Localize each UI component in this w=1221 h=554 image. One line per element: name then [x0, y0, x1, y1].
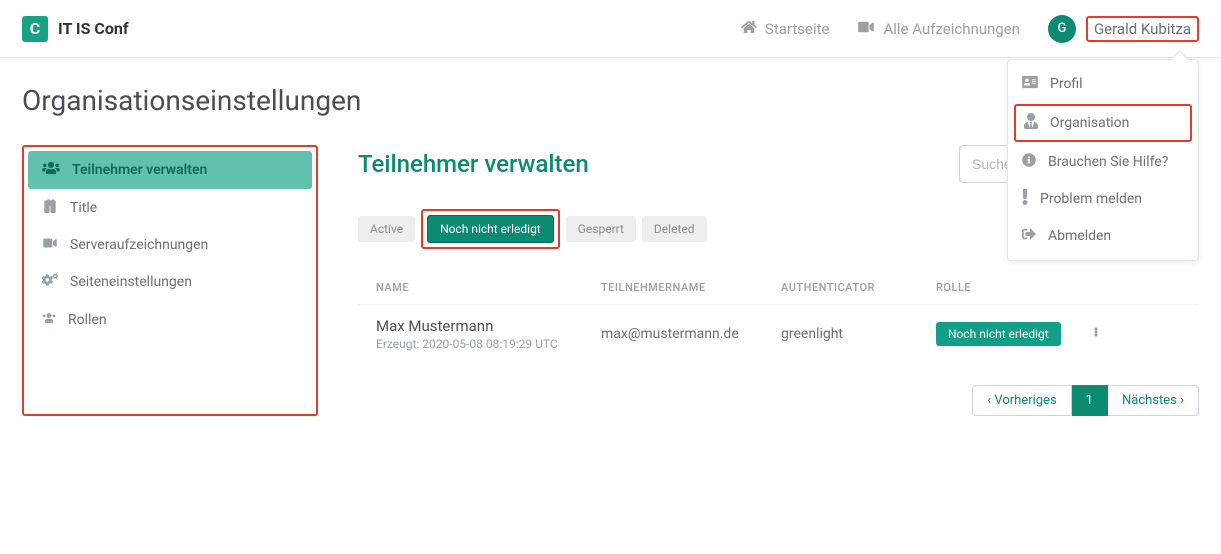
home-icon: [741, 20, 757, 38]
sidebar-item-roles[interactable]: Rollen: [28, 301, 312, 339]
dropdown-report[interactable]: Problem melden: [1008, 180, 1198, 218]
binoculars-icon: [42, 199, 58, 217]
brand-logo: C: [22, 16, 48, 42]
row-role-badge: Noch nicht erledigt: [936, 322, 1061, 346]
cogs-icon: [42, 273, 58, 291]
sidebar-item-label: Title: [70, 200, 97, 216]
more-vertical-icon: [1094, 328, 1098, 344]
panel-title: Teilnehmer verwalten: [358, 150, 589, 178]
col-header-role: ROLLE: [936, 281, 1076, 294]
dropdown-profile-label: Profil: [1050, 76, 1083, 92]
filter-banned[interactable]: Gesperrt: [566, 216, 636, 242]
sidebar-item-label: Serveraufzeichnungen: [70, 237, 208, 253]
col-header-username: TEILNEHMERNAME: [601, 281, 781, 294]
user-dropdown: Profil Organisation Brauchen Sie Hilfe?: [1007, 59, 1199, 261]
col-header-name: NAME: [376, 281, 601, 294]
pagination-next[interactable]: Nächstes ›: [1108, 385, 1199, 416]
id-card-icon: [1022, 75, 1038, 93]
sidebar-item-site-settings[interactable]: Seiteneinstellungen: [28, 263, 312, 301]
user-menu[interactable]: G Gerald Kubitza Profil Organisation: [1048, 15, 1199, 43]
dropdown-report-label: Problem melden: [1040, 191, 1142, 207]
col-header-authenticator: AUTHENTICATOR: [781, 281, 936, 294]
exclamation-icon: [1022, 189, 1028, 209]
video-icon: [42, 237, 58, 253]
nav-recordings-label: Alle Aufzeichnungen: [883, 20, 1019, 38]
brand[interactable]: C IT IS Conf: [22, 16, 129, 42]
brand-name: IT IS Conf: [58, 19, 129, 38]
filter-deleted[interactable]: Deleted: [642, 216, 707, 242]
pagination-prev[interactable]: ‹ Vorheriges: [972, 385, 1071, 416]
dropdown-help[interactable]: Brauchen Sie Hilfe?: [1008, 144, 1198, 180]
dropdown-logout-label: Abmelden: [1048, 228, 1111, 244]
nav-home[interactable]: Startseite: [741, 20, 830, 38]
row-name: Max Mustermann: [376, 317, 601, 335]
row-username: max@mustermann.de: [601, 326, 781, 342]
avatar: G: [1048, 15, 1076, 43]
row-created: Erzeugt: 2020-05-08 08:19:29 UTC: [376, 337, 601, 351]
question-icon: [1022, 153, 1036, 171]
header: C IT IS Conf Startseite Alle Aufzeichnun…: [0, 0, 1221, 58]
dropdown-logout[interactable]: Abmelden: [1008, 218, 1198, 254]
table-row: Max Mustermann Erzeugt: 2020-05-08 08:19…: [358, 304, 1199, 363]
table: NAME TEILNEHMERNAME AUTHENTICATOR ROLLE …: [358, 271, 1199, 363]
sidebar-item-server-recordings[interactable]: Serveraufzeichnungen: [28, 227, 312, 263]
dropdown-organisation[interactable]: Organisation: [1014, 104, 1192, 142]
filter-pending-highlight: Noch nicht erledigt: [421, 209, 560, 249]
nav-home-label: Startseite: [765, 20, 830, 38]
table-header: NAME TEILNEHMERNAME AUTHENTICATOR ROLLE: [358, 271, 1199, 304]
user-tie-icon: [1024, 113, 1038, 133]
sidebar-item-label: Seiteneinstellungen: [70, 274, 192, 290]
row-authenticator: greenlight: [781, 326, 936, 342]
dropdown-organisation-label: Organisation: [1050, 115, 1129, 131]
sidebar-item-label: Teilnehmer verwalten: [72, 162, 207, 178]
nav-right: Startseite Alle Aufzeichnungen G Gerald …: [741, 15, 1199, 43]
logout-icon: [1022, 227, 1036, 245]
filter-pending[interactable]: Noch nicht erledigt: [427, 215, 554, 243]
filter-active[interactable]: Active: [358, 216, 415, 242]
sidebar-item-label: Rollen: [68, 312, 107, 328]
sidebar-item-manage-users[interactable]: Teilnehmer verwalten: [28, 151, 312, 189]
pagination-page-1[interactable]: 1: [1072, 385, 1108, 416]
row-actions[interactable]: [1076, 324, 1116, 344]
nav-recordings[interactable]: Alle Aufzeichnungen: [857, 20, 1019, 38]
user-name: Gerald Kubitza: [1086, 16, 1199, 42]
sidebar: Teilnehmer verwalten Title Serveraufzeic…: [22, 145, 318, 416]
dropdown-profile[interactable]: Profil: [1008, 66, 1198, 102]
pagination: ‹ Vorheriges 1 Nächstes ›: [358, 385, 1199, 416]
user-icon: [42, 311, 56, 329]
sidebar-item-title[interactable]: Title: [28, 189, 312, 227]
users-icon: [42, 161, 60, 179]
video-icon: [857, 20, 875, 38]
dropdown-help-label: Brauchen Sie Hilfe?: [1048, 154, 1168, 170]
